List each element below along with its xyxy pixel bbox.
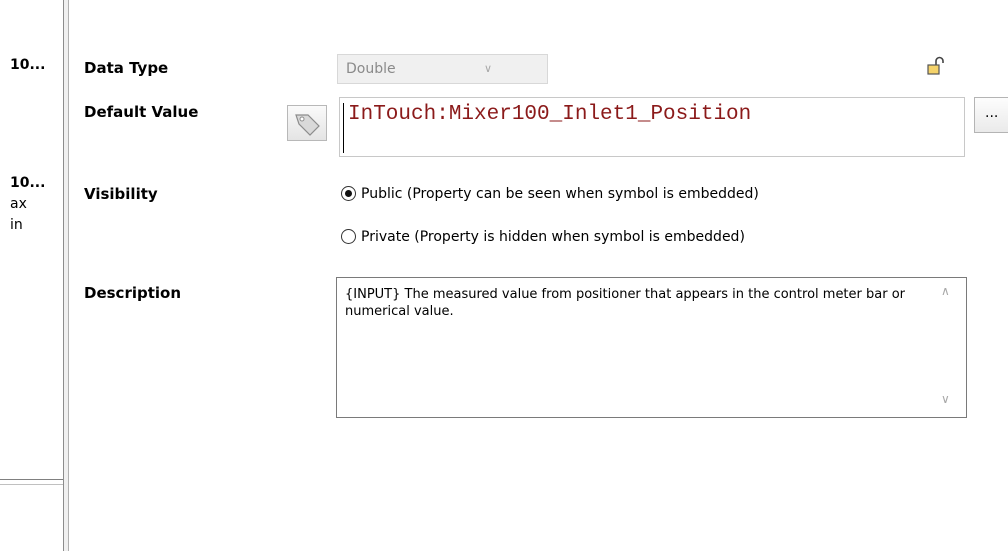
tag-browse-icon xyxy=(295,114,320,136)
visibility-label: Visibility xyxy=(84,185,158,203)
data-type-dropdown[interactable]: Double ∨ xyxy=(337,54,548,84)
description-text: {INPUT} The measured value from position… xyxy=(345,287,906,319)
visibility-public-option[interactable]: Public (Property can be seen when symbol… xyxy=(341,186,759,202)
text-caret xyxy=(343,103,344,153)
private-radio[interactable] xyxy=(341,229,356,244)
private-radio-label: Private (Property is hidden when symbol … xyxy=(361,229,745,245)
scroll-up-icon[interactable]: ∧ xyxy=(941,284,950,298)
data-type-value: Double xyxy=(346,61,396,77)
default-value-label: Default Value xyxy=(84,103,199,121)
chevron-down-icon: ∨ xyxy=(484,62,493,75)
description-textarea[interactable]: {INPUT} The measured value from position… xyxy=(336,277,967,418)
scroll-down-icon[interactable]: ∨ xyxy=(941,392,950,406)
default-value-browse-button[interactable]: ... xyxy=(974,97,1008,133)
symbol-property-editor: 10... 10... ax in Data Type Double ∨ Def… xyxy=(0,0,1008,551)
default-value-text: InTouch:Mixer100_Inlet1_Position xyxy=(348,103,752,126)
visibility-private-option[interactable]: Private (Property is hidden when symbol … xyxy=(341,229,745,245)
unlock-icon[interactable] xyxy=(926,56,946,76)
property-list-item[interactable]: 10... xyxy=(10,175,45,191)
property-list-item[interactable]: 10... xyxy=(10,57,45,73)
property-list-item[interactable]: ax xyxy=(10,196,27,212)
property-list-item[interactable]: in xyxy=(10,217,23,233)
data-type-label: Data Type xyxy=(84,59,169,77)
divider xyxy=(0,484,63,485)
divider xyxy=(0,479,63,480)
splitter-edge xyxy=(68,0,69,551)
public-radio-label: Public (Property can be seen when symbol… xyxy=(361,186,759,202)
property-list-panel: 10... 10... ax in xyxy=(0,0,63,551)
tag-browse-button[interactable] xyxy=(287,105,327,141)
default-value-input[interactable]: InTouch:Mixer100_Inlet1_Position xyxy=(339,97,965,157)
public-radio[interactable] xyxy=(341,186,356,201)
splitter-edge xyxy=(63,0,64,551)
description-label: Description xyxy=(84,284,182,302)
